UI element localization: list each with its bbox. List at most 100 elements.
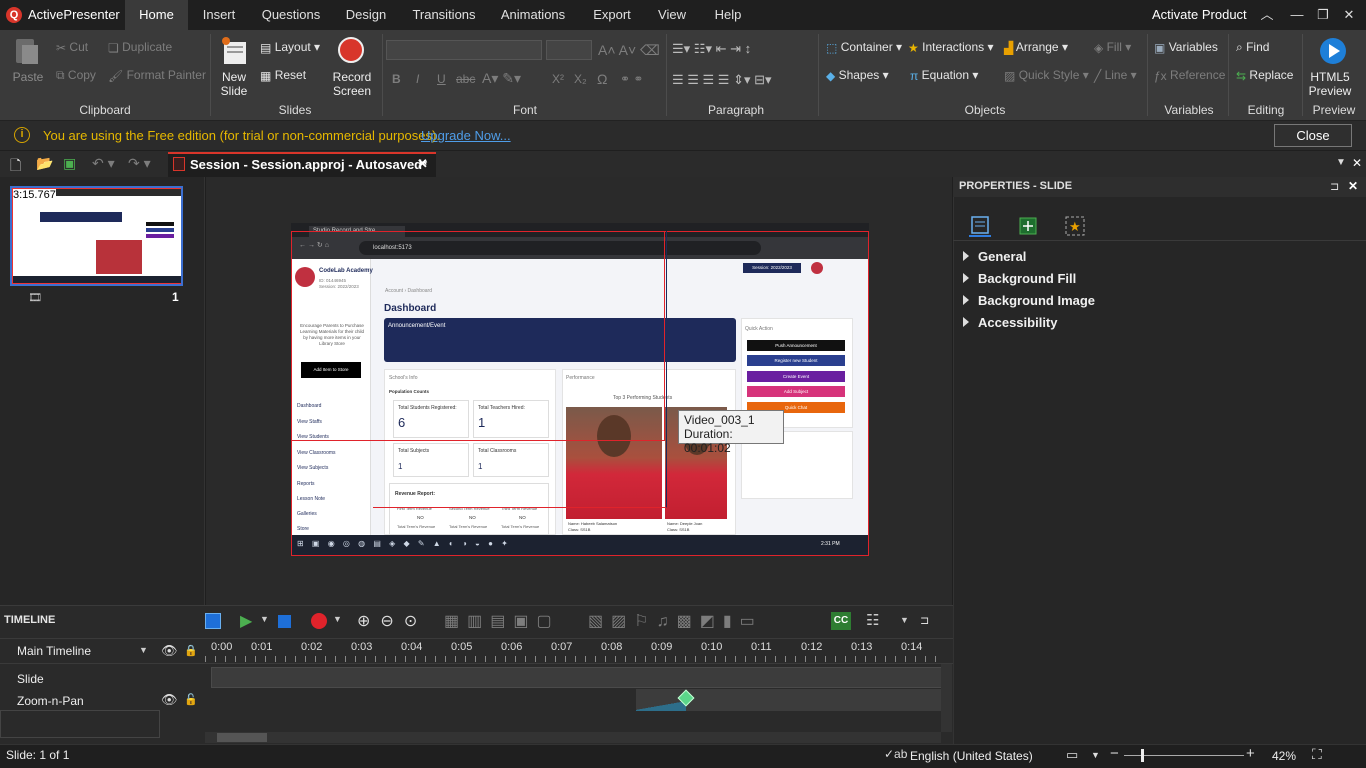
container-button[interactable]: ⬚ Container ▾	[826, 40, 902, 55]
view-dropdown-icon[interactable]: ▼	[1091, 750, 1100, 760]
replace-button[interactable]: ⇆ Replace	[1236, 68, 1293, 83]
upgrade-now-link[interactable]: Upgrade Now...	[421, 128, 511, 143]
eye-icon[interactable]: 👁	[161, 692, 178, 708]
closed-caption-icon[interactable]: CC	[831, 612, 851, 630]
save-icon[interactable]: ▣	[63, 155, 76, 172]
expand-arrow-icon[interactable]	[963, 273, 969, 283]
stop-icon[interactable]	[278, 615, 291, 628]
view-mode-icon[interactable]: ▭	[1066, 747, 1078, 763]
selection-frame[interactable]	[373, 231, 667, 508]
menu-tab-help[interactable]: Help	[706, 0, 750, 30]
timeline-scrollbar[interactable]	[205, 732, 941, 743]
layout-button[interactable]: ▤ Layout ▾	[260, 40, 320, 55]
bold-button[interactable]: B	[392, 72, 401, 86]
pin-icon[interactable]: ⊐	[1330, 180, 1339, 193]
underline-button[interactable]: U	[437, 72, 446, 86]
prop-section-accessibility[interactable]: Accessibility	[978, 315, 1058, 330]
prop-section-background-fill[interactable]: Background Fill	[978, 271, 1076, 286]
timeline-options-icon[interactable]: ☷	[866, 611, 879, 629]
lock-icon[interactable]: 🔒	[184, 644, 198, 657]
menu-tab-animations[interactable]: Animations	[496, 0, 570, 30]
zoom-timeline-icons[interactable]: ⊕⊖⊙	[357, 611, 427, 631]
zoom-in-icon[interactable]: +	[1246, 745, 1255, 762]
menu-tab-insert[interactable]: Insert	[194, 0, 244, 30]
new-slide-button[interactable]: New Slide	[214, 70, 254, 98]
size-properties-tab-icon[interactable]	[1017, 215, 1039, 237]
arrange-button[interactable]: ▟ Arrange ▾	[1004, 40, 1068, 55]
record-timeline-icon[interactable]	[311, 613, 327, 629]
menu-tab-questions[interactable]: Questions	[256, 0, 326, 30]
italic-button[interactable]: I	[416, 72, 419, 86]
equation-button[interactable]: π Equation ▾	[910, 68, 978, 83]
new-slide-icon[interactable]	[220, 36, 248, 66]
redo-icon[interactable]: ↷ ▾	[128, 155, 151, 172]
play-dropdown-icon[interactable]: ▼	[260, 614, 269, 624]
menu-tab-transitions[interactable]: Transitions	[406, 0, 482, 30]
play-timeline-icon[interactable]: ▶	[240, 611, 252, 631]
timeline-edit-icons[interactable]: ▦▥▤▣▢	[444, 611, 560, 631]
prop-section-general[interactable]: General	[978, 249, 1026, 264]
fill-button[interactable]: ◈ Fill ▾	[1094, 40, 1131, 55]
timeline-scroll-thumb[interactable]	[217, 733, 267, 742]
menu-tab-view[interactable]: View	[652, 0, 692, 30]
zoom-out-icon[interactable]: −	[1110, 745, 1119, 762]
font-color-icon[interactable]: A▾ ✎▾	[482, 70, 521, 87]
fit-window-icon[interactable]: ⛶	[1312, 746, 1322, 763]
find-button[interactable]: ⌕ Find	[1236, 40, 1269, 55]
open-folder-icon[interactable]: 📂	[36, 155, 53, 172]
play-icon[interactable]	[1318, 36, 1348, 66]
strikethrough-button[interactable]: abc	[456, 72, 475, 86]
shapes-button[interactable]: ◆ Shapes ▾	[826, 68, 889, 83]
close-document-icon[interactable]: ✕	[1352, 156, 1362, 170]
collapse-ribbon-icon[interactable]: ︿	[1258, 6, 1276, 24]
expand-arrow-icon[interactable]	[963, 251, 969, 261]
spellcheck-icon[interactable]: ✓ab	[884, 747, 907, 761]
undo-icon[interactable]: ↶ ▾	[92, 155, 115, 172]
superscript-button[interactable]: X²	[552, 72, 564, 86]
close-notice-button[interactable]: Close	[1274, 124, 1352, 147]
activate-product-link[interactable]: Activate Product	[1152, 7, 1247, 22]
copy-button[interactable]: ⧉ Copy	[56, 68, 96, 83]
interactivity-tab-icon[interactable]: ★	[1064, 215, 1086, 237]
pin-timeline-icon[interactable]: ⊐	[920, 614, 929, 627]
line-button[interactable]: ╱ Line ▾	[1094, 68, 1137, 83]
restore-icon[interactable]: ❐	[1314, 6, 1332, 24]
minimize-icon[interactable]: —	[1288, 6, 1306, 24]
record-screen-button[interactable]: Record Screen	[328, 70, 376, 98]
timeline-vscrollbar[interactable]	[941, 664, 952, 732]
slide-thumbnail[interactable]	[10, 186, 183, 286]
slide-properties-tab-icon[interactable]	[969, 215, 991, 237]
menu-tab-design[interactable]: Design	[340, 0, 392, 30]
list-icons[interactable]: ☰▾ ☷▾ ⇤ ⇥ ↕	[672, 41, 751, 57]
timeline-select-arrow-icon[interactable]: ▼	[139, 645, 148, 655]
expand-arrow-icon[interactable]	[963, 295, 969, 305]
paste-button[interactable]: Paste	[10, 70, 46, 84]
link-icon[interactable]: ⚭ ⚭	[620, 72, 643, 86]
main-timeline-label[interactable]: Main Timeline	[17, 644, 91, 658]
symbol-button[interactable]: Ω	[597, 71, 607, 87]
reset-button[interactable]: ▦ Reset	[260, 68, 306, 83]
tab-list-icon[interactable]: ▼	[1336, 157, 1346, 168]
paste-icon[interactable]	[12, 36, 42, 66]
close-window-icon[interactable]: ✕	[1340, 6, 1358, 24]
reference-button[interactable]: ƒx Reference	[1154, 68, 1225, 83]
eye-icon[interactable]: 👁	[161, 643, 178, 659]
font-family-select[interactable]	[386, 40, 542, 60]
menu-tab-home[interactable]: Home	[125, 0, 188, 30]
duplicate-button[interactable]: ❏ Duplicate	[108, 40, 172, 55]
unlock-icon[interactable]: 🔓	[184, 693, 198, 706]
grow-font-icon[interactable]: A˄ A˅ ⌫	[598, 42, 660, 59]
interactions-button[interactable]: ★ Interactions ▾	[908, 40, 994, 55]
select-icon[interactable]	[205, 613, 221, 629]
prop-section-background-image[interactable]: Background Image	[978, 293, 1095, 308]
timeline-tool-icons[interactable]: ▧▨⚐♫▩◩▮▭	[588, 611, 763, 631]
timeline-menu-icon[interactable]: ▼	[900, 615, 909, 625]
quick-style-button[interactable]: ▨ Quick Style ▾	[1004, 68, 1089, 83]
variables-button[interactable]: ▣ Variables	[1154, 40, 1218, 55]
close-properties-icon[interactable]: ✕	[1348, 179, 1358, 193]
close-tab-icon[interactable]: ✕	[417, 156, 428, 172]
record-screen-icon[interactable]	[337, 36, 367, 66]
format-painter-button[interactable]: 🖌 Format Painter	[108, 68, 206, 83]
font-size-select[interactable]	[546, 40, 592, 60]
new-document-icon[interactable]: 🗋	[10, 155, 21, 179]
